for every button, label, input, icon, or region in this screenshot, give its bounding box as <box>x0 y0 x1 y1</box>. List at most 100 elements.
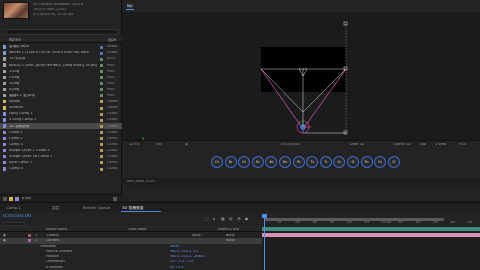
label-color-swatch[interactable] <box>100 124 103 128</box>
property-value[interactable]: 0.0°, 0.0°, 0.0° <box>170 260 195 263</box>
interpret-footage-icon[interactable] <box>3 196 7 201</box>
column-track-matte[interactable]: Track Matte <box>128 228 147 231</box>
track-area[interactable] <box>262 226 480 270</box>
resolution-dropdown[interactable]: Full <box>156 143 162 146</box>
property-value[interactable]: 0x +0.0° <box>170 266 185 269</box>
draft-3d-toggle[interactable]: Draft 3D <box>350 143 364 146</box>
shy-layers-icon[interactable]: ⌂ <box>213 217 216 221</box>
layer-duration-bar[interactable] <box>262 232 480 237</box>
layer-label-color[interactable] <box>28 234 31 237</box>
settings-tool-icon[interactable]: Cf <box>387 156 400 168</box>
label-color-swatch[interactable] <box>100 100 103 104</box>
column-name-header[interactable]: Name <box>9 38 21 42</box>
playhead-line[interactable] <box>264 216 265 270</box>
project-search-input[interactable]: ⌕ <box>3 29 119 35</box>
layer-name[interactable]: Camera <box>46 239 59 242</box>
label-color-swatch[interactable] <box>100 94 103 98</box>
tab-3d-camera-animation[interactable]: 3D 相機動畫 <box>122 206 144 210</box>
view-layout-dropdown[interactable]: 1 View <box>435 143 446 146</box>
column-type-header[interactable]: Type <box>107 38 116 42</box>
project-thumbnail <box>3 2 29 19</box>
draw-tool-icon[interactable]: Dr <box>238 156 251 168</box>
layer-label-color[interactable] <box>28 239 31 243</box>
draft-3d-icon[interactable]: ⬚ <box>205 217 209 221</box>
record-tool-icon[interactable]: Rc <box>251 156 264 168</box>
text-tool-icon[interactable]: Tx <box>306 156 319 168</box>
tab-comp-1[interactable]: Comp 1 <box>6 206 21 210</box>
property-row[interactable]: X Rotation 0x +0.0° <box>0 265 262 270</box>
work-area-bar[interactable] <box>264 218 444 221</box>
label-color-swatch[interactable] <box>100 155 103 159</box>
exposure-offset[interactable]: +0.0 <box>458 143 466 146</box>
motion-blur-icon[interactable]: ◍ <box>229 217 233 221</box>
label-color-swatch[interactable] <box>100 167 103 171</box>
property-value[interactable]: Reset <box>170 245 179 248</box>
layer-name[interactable]: 1-Matte <box>46 234 59 237</box>
new-folder-icon[interactable] <box>9 196 13 201</box>
tab-settings[interactable]: 設定 <box>52 206 60 210</box>
label-color-swatch[interactable] <box>100 45 103 49</box>
camera-snapshot-icon[interactable]: ◉ <box>185 143 188 146</box>
bit-depth-label[interactable]: 8 bpc <box>22 197 31 200</box>
view-dropdown[interactable]: Top <box>420 143 426 146</box>
track-tool-icon[interactable]: Tr <box>319 156 332 168</box>
label-color-swatch[interactable] <box>100 130 103 134</box>
column-parent-link[interactable]: Parent & Link <box>218 228 239 231</box>
label-color-swatch[interactable] <box>100 106 103 110</box>
brush-tool-icon[interactable]: Br <box>224 156 237 168</box>
label-color-swatch[interactable] <box>100 82 103 86</box>
label-color-swatch[interactable] <box>100 76 103 79</box>
graph-editor-icon[interactable]: ◔ <box>237 217 241 221</box>
label-color-swatch[interactable] <box>100 88 103 92</box>
delete-icon[interactable] <box>113 196 117 201</box>
label-color-swatch[interactable] <box>100 161 103 165</box>
camera-tool-icon[interactable]: Cn <box>211 156 223 168</box>
keyframe-icon[interactable]: ◆ <box>245 217 248 221</box>
ruler-tick-label: 20f <box>450 221 455 224</box>
renderer-dropdown[interactable]: Classic 3D <box>393 143 411 146</box>
viewer-canvas[interactable] <box>123 12 480 150</box>
rotate-tool-icon[interactable]: Rt <box>292 156 305 168</box>
layer-duration-bar[interactable] <box>262 227 480 231</box>
visibility-eye-icon[interactable]: ◉ <box>3 234 6 237</box>
frame-blending-icon[interactable]: ▦ <box>221 217 225 221</box>
label-color-swatch[interactable] <box>100 63 103 67</box>
label-color-swatch[interactable] <box>100 57 103 61</box>
label-color-swatch[interactable] <box>100 143 103 147</box>
timeline-timecode[interactable]: 0;00;00;00 <box>3 214 31 219</box>
property-value[interactable]: 960.0, 540.0, -2666.7 <box>170 255 206 258</box>
status-text: ddm_pack_0230 <box>127 180 155 183</box>
pen-tool-icon[interactable]: Pn <box>360 156 373 168</box>
label-color-swatch[interactable] <box>100 149 103 153</box>
parent-dropdown[interactable]: None <box>226 239 235 242</box>
label-color-swatch[interactable] <box>100 118 103 122</box>
project-item-type: PNG <box>107 87 115 91</box>
expand-tool-icon[interactable]: Ex <box>374 156 387 168</box>
layer-row[interactable]: ◉ 2 Camera None <box>0 238 262 244</box>
property-value[interactable]: 960.0, 540.0, 0.0 <box>170 250 198 253</box>
viewer-timecode[interactable]: 0;00;00;00 <box>281 143 300 146</box>
project-item-type: Folder <box>107 106 119 110</box>
label-color-swatch[interactable] <box>100 112 103 116</box>
label-color-swatch[interactable] <box>100 137 103 140</box>
column-source-name[interactable]: Source Name <box>46 228 67 231</box>
project-item-name: Comp 1 <box>9 130 23 134</box>
parent-dropdown[interactable]: None <box>226 234 235 237</box>
label-color-swatch[interactable] <box>100 51 103 55</box>
project-item[interactable]: Comp 4 Comp <box>0 166 122 172</box>
comp-icon <box>3 167 7 171</box>
slice-tool-icon[interactable]: Sl <box>347 156 359 168</box>
label-color-swatch[interactable] <box>100 69 103 73</box>
new-comp-icon[interactable] <box>15 196 19 201</box>
image-icon <box>3 87 7 92</box>
track-matte-dropdown[interactable]: None <box>192 234 201 237</box>
visibility-eye-icon[interactable]: ◉ <box>3 239 6 242</box>
ruler-tick-label: 20f <box>346 221 352 224</box>
viewer-view-tab[interactable]: Top <box>126 4 133 8</box>
scale-tool-icon[interactable]: Sc <box>333 156 346 168</box>
tab-render-queue[interactable]: Render Queue <box>83 206 110 210</box>
zoom-dropdown[interactable]: 12.5% <box>129 143 140 146</box>
project-item-type: Folder <box>107 100 119 104</box>
mix-tool-icon[interactable]: Mx <box>279 156 291 168</box>
adjust-tool-icon[interactable]: Ad <box>265 156 278 168</box>
